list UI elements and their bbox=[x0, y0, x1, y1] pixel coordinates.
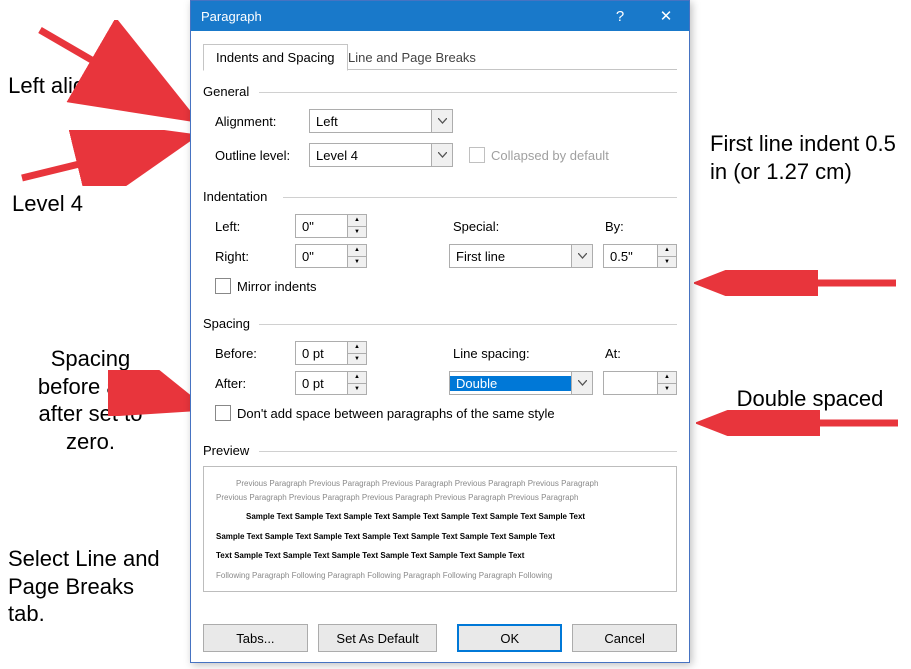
button-label: Tabs... bbox=[236, 631, 274, 646]
chevron-down-icon bbox=[571, 372, 592, 394]
chevron-down-icon bbox=[571, 245, 592, 267]
tabs-button[interactable]: Tabs... bbox=[203, 624, 308, 652]
at-spinner[interactable]: ▲▼ bbox=[603, 371, 677, 395]
group-preview: Preview bbox=[203, 443, 677, 458]
preview-line: Previous Paragraph Previous Paragraph Pr… bbox=[216, 477, 664, 491]
collapsed-checkbox: Collapsed by default bbox=[469, 147, 609, 163]
special-value: First line bbox=[450, 249, 571, 264]
dont-add-space-checkbox[interactable]: Don't add space between paragraphs of th… bbox=[215, 405, 555, 421]
label-after: After: bbox=[215, 376, 295, 391]
checkbox-icon bbox=[215, 278, 231, 294]
indent-left-value: 0" bbox=[296, 219, 347, 234]
annotation-first-line: First line indent 0.5 in (or 1.27 cm) bbox=[710, 130, 900, 185]
button-bar: Tabs... Set As Default OK Cancel bbox=[203, 624, 677, 652]
preview-line: Previous Paragraph Previous Paragraph Pr… bbox=[216, 491, 664, 505]
before-value: 0 pt bbox=[296, 346, 347, 361]
label-by: By: bbox=[605, 219, 677, 234]
checkbox-label: Don't add space between paragraphs of th… bbox=[237, 406, 555, 421]
after-spinner[interactable]: 0 pt ▲▼ bbox=[295, 371, 367, 395]
spinner-buttons[interactable]: ▲▼ bbox=[657, 372, 676, 394]
label-indent-left: Left: bbox=[215, 219, 295, 234]
button-label: OK bbox=[500, 631, 519, 646]
checkbox-label: Collapsed by default bbox=[491, 148, 609, 163]
label-line-spacing: Line spacing: bbox=[453, 346, 595, 361]
annotation-double: Double spaced bbox=[730, 385, 890, 413]
by-value: 0.5" bbox=[604, 249, 657, 264]
spin-down-icon: ▼ bbox=[658, 257, 676, 268]
line-spacing-value: Double bbox=[450, 376, 571, 391]
preview-box: Previous Paragraph Previous Paragraph Pr… bbox=[203, 466, 677, 592]
after-value: 0 pt bbox=[296, 376, 347, 391]
spin-down-icon: ▼ bbox=[658, 384, 676, 395]
spin-up-icon: ▲ bbox=[348, 372, 366, 384]
set-default-button[interactable]: Set As Default bbox=[318, 624, 438, 652]
chevron-down-icon bbox=[431, 144, 452, 166]
spinner-buttons[interactable]: ▲▼ bbox=[347, 372, 366, 394]
tab-line-page-breaks[interactable]: Line and Page Breaks bbox=[335, 44, 489, 71]
spinner-buttons[interactable]: ▲▼ bbox=[347, 215, 366, 237]
label-indent-right: Right: bbox=[215, 249, 295, 264]
special-combo[interactable]: First line bbox=[449, 244, 593, 268]
indent-right-value: 0" bbox=[296, 249, 347, 264]
group-spacing: Spacing bbox=[203, 316, 677, 331]
spin-up-icon: ▲ bbox=[348, 215, 366, 227]
label-at: At: bbox=[605, 346, 677, 361]
indent-right-spinner[interactable]: 0" ▲▼ bbox=[295, 244, 367, 268]
mirror-indents-checkbox[interactable]: Mirror indents bbox=[215, 278, 316, 294]
indent-left-spinner[interactable]: 0" ▲▼ bbox=[295, 214, 367, 238]
by-spinner[interactable]: 0.5" ▲▼ bbox=[603, 244, 677, 268]
label-outline-level: Outline level: bbox=[215, 148, 309, 163]
spinner-buttons[interactable]: ▲▼ bbox=[347, 342, 366, 364]
spin-down-icon: ▼ bbox=[348, 354, 366, 365]
help-button[interactable]: ? bbox=[597, 1, 643, 31]
alignment-value: Left bbox=[310, 114, 431, 129]
preview-sample: Text Sample Text Sample Text Sample Text… bbox=[216, 549, 664, 563]
button-label: Cancel bbox=[604, 631, 644, 646]
group-general: General bbox=[203, 84, 677, 99]
tabstrip: Indents and Spacing Line and Page Breaks bbox=[203, 43, 677, 70]
tab-indents-spacing[interactable]: Indents and Spacing bbox=[203, 44, 348, 71]
cancel-button[interactable]: Cancel bbox=[572, 624, 677, 652]
close-button[interactable]: ✕ bbox=[643, 1, 689, 31]
spin-up-icon: ▲ bbox=[348, 342, 366, 354]
checkbox-icon bbox=[469, 147, 485, 163]
label-before: Before: bbox=[215, 346, 295, 361]
spin-up-icon: ▲ bbox=[348, 245, 366, 257]
chevron-down-icon bbox=[431, 110, 452, 132]
spinner-buttons[interactable]: ▲▼ bbox=[657, 245, 676, 267]
button-label: Set As Default bbox=[336, 631, 418, 646]
outline-level-value: Level 4 bbox=[310, 148, 431, 163]
help-icon: ? bbox=[616, 8, 624, 25]
spin-down-icon: ▼ bbox=[348, 227, 366, 238]
before-spinner[interactable]: 0 pt ▲▼ bbox=[295, 341, 367, 365]
tab-label: Line and Page Breaks bbox=[348, 50, 476, 65]
preview-line: Following Paragraph Following Paragraph … bbox=[216, 569, 664, 583]
preview-sample: Sample Text Sample Text Sample Text Samp… bbox=[216, 530, 664, 544]
checkbox-icon bbox=[215, 405, 231, 421]
label-alignment: Alignment: bbox=[215, 114, 309, 129]
alignment-combo[interactable]: Left bbox=[309, 109, 453, 133]
tab-label: Indents and Spacing bbox=[216, 50, 335, 65]
annotation-left-aligned: Left aligned bbox=[0, 72, 130, 100]
preview-sample: Sample Text Sample Text Sample Text Samp… bbox=[216, 510, 664, 524]
close-icon: ✕ bbox=[660, 7, 673, 25]
spinner-buttons[interactable]: ▲▼ bbox=[347, 245, 366, 267]
annotation-level4: Level 4 bbox=[0, 190, 95, 218]
line-spacing-combo[interactable]: Double bbox=[449, 371, 593, 395]
checkbox-label: Mirror indents bbox=[237, 279, 316, 294]
spin-down-icon: ▼ bbox=[348, 384, 366, 395]
spin-up-icon: ▲ bbox=[658, 245, 676, 257]
ok-button[interactable]: OK bbox=[457, 624, 562, 652]
group-indentation: Indentation bbox=[203, 189, 677, 204]
annotation-spacing-zero: Spacing before and after set to zero. bbox=[18, 345, 163, 455]
spin-down-icon: ▼ bbox=[348, 257, 366, 268]
outline-level-combo[interactable]: Level 4 bbox=[309, 143, 453, 167]
label-special: Special: bbox=[453, 219, 595, 234]
annotation-select-tab: Select Line and Page Breaks tab. bbox=[8, 545, 168, 628]
titlebar: Paragraph ? ✕ bbox=[191, 1, 689, 31]
spin-up-icon: ▲ bbox=[658, 372, 676, 384]
paragraph-dialog: Paragraph ? ✕ Indents and Spacing Line a… bbox=[190, 0, 690, 663]
dialog-title: Paragraph bbox=[201, 9, 262, 24]
